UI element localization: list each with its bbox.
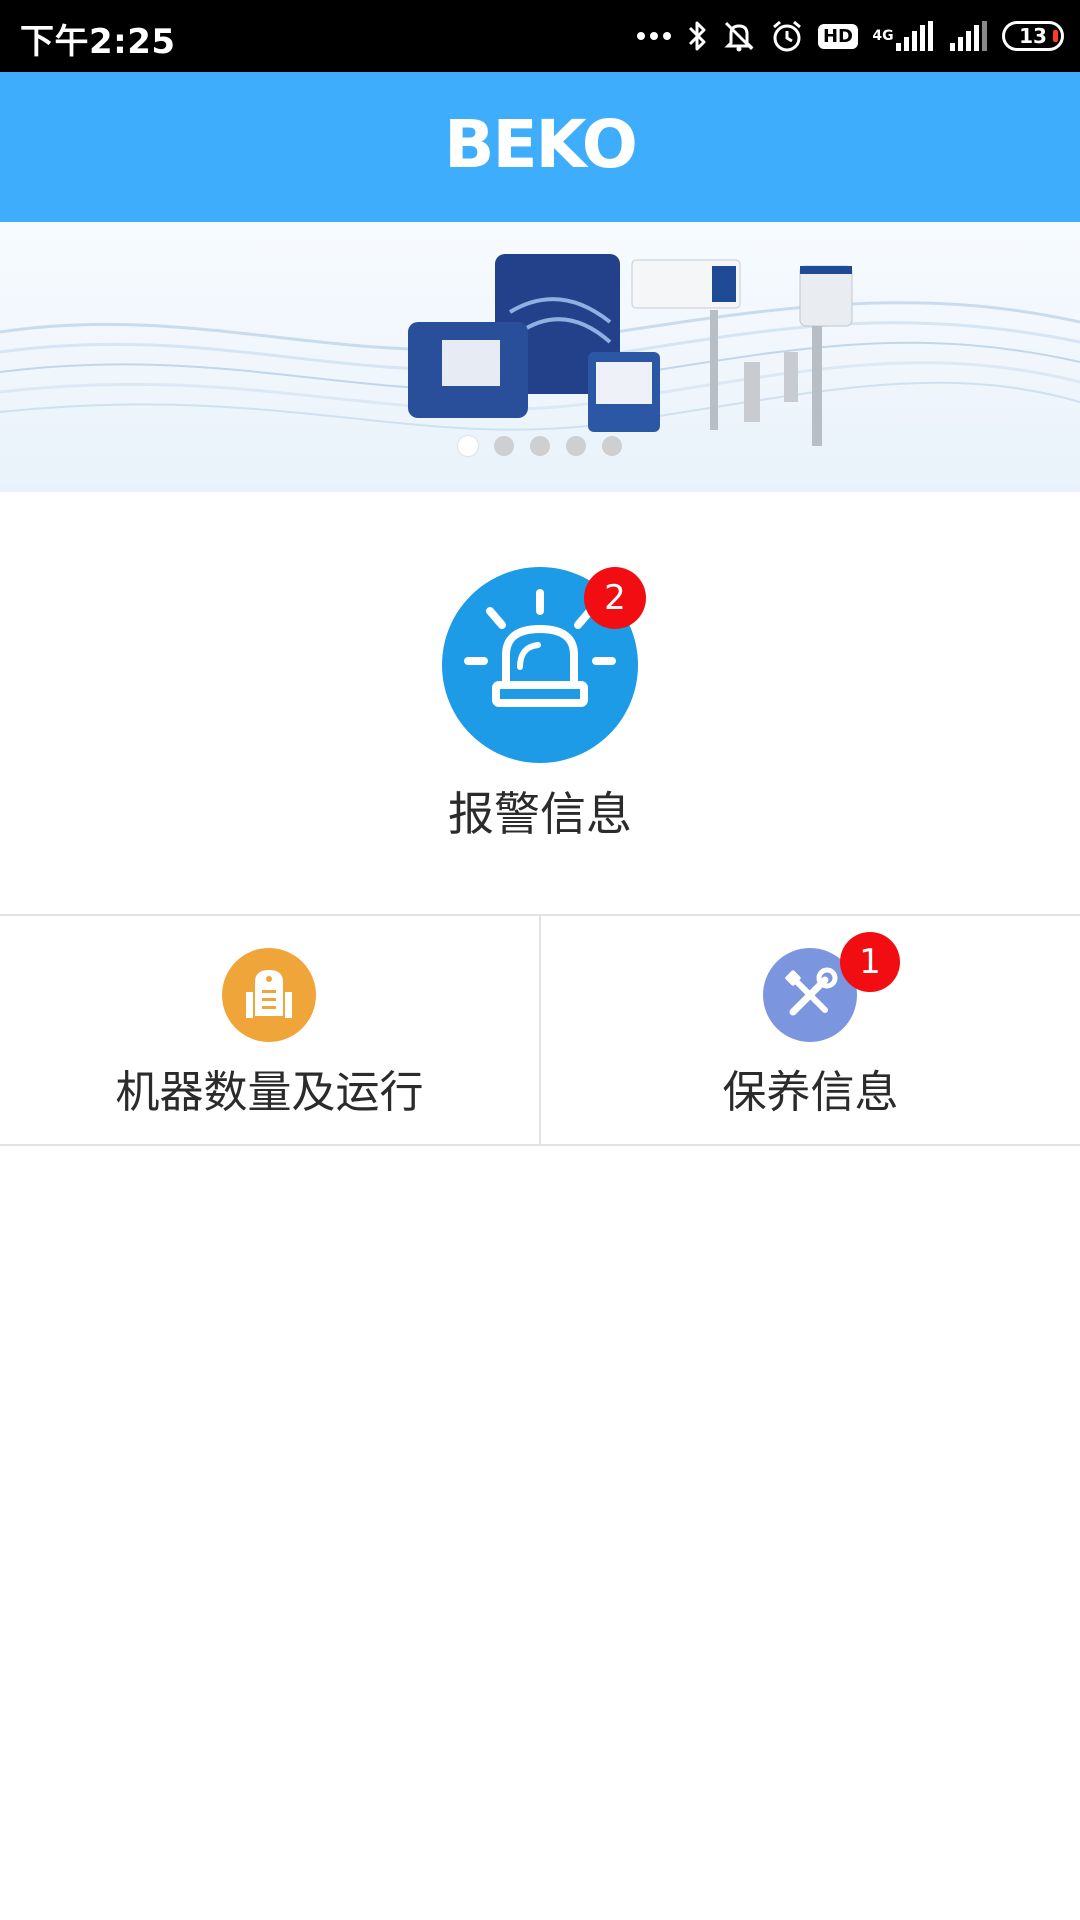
banner-dot[interactable] [530,436,550,456]
status-bar: 下午2:25 HD 4G 13 [0,0,1080,72]
machine-status-tile[interactable]: 机器数量及运行 [0,916,539,1144]
bluetooth-icon [686,19,708,53]
banner-dot[interactable] [458,436,478,456]
maintenance-count-badge: 1 [840,932,900,992]
banner-dot[interactable] [602,436,622,456]
mute-icon [722,19,756,53]
banner-pagination [0,436,1080,456]
status-icons: HD 4G 13 [636,14,1064,58]
product-banner[interactable] [0,222,1080,492]
more-dots-icon [636,30,672,42]
status-time: 下午2:25 [20,22,176,62]
alarm-count-badge: 2 [584,567,646,629]
battery-level: 13 [1019,24,1047,48]
battery-low-indicator [1053,30,1058,42]
network-type-label: 4G [872,28,894,44]
maintenance-info-tile[interactable]: 保养信息 [541,916,1080,1144]
app-header: BEKO [0,72,1080,222]
beko-logo: BEKO [444,106,638,183]
banner-dot[interactable] [566,436,586,456]
maintenance-info-label: 保养信息 [722,1067,899,1118]
machine-icon [222,948,316,1042]
hd-icon: HD [817,23,858,49]
signal-4g-icon: 4G [872,21,934,51]
machine-status-label: 机器数量及运行 [115,1067,424,1118]
banner-dot[interactable] [494,436,514,456]
alarm-info-tile[interactable] [0,492,1080,914]
battery-icon: 13 [1002,21,1064,51]
alarm-info-label: 报警信息 [448,787,632,841]
alarm-clock-icon [770,19,804,53]
function-grid: 机器数量及运行 保养信息 [0,914,1080,1146]
signal-icon [948,21,988,51]
